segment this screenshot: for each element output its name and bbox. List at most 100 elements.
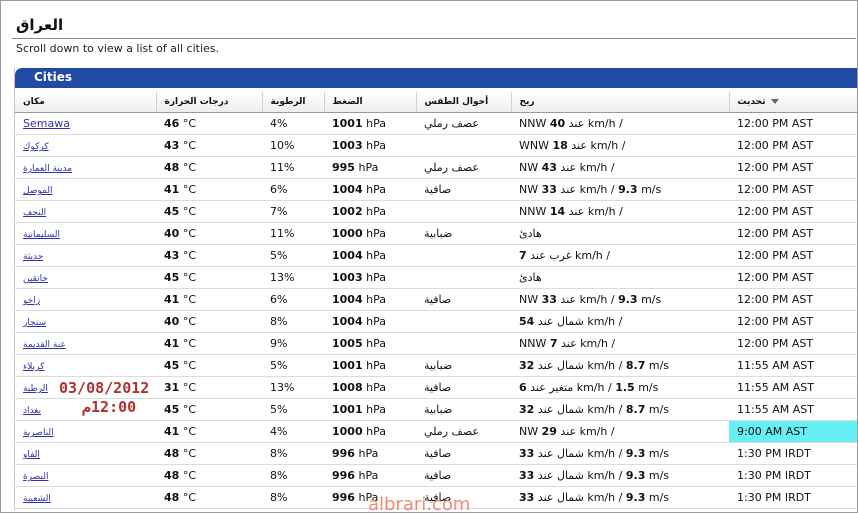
humidity-value: 6% <box>270 293 288 306</box>
city-link[interactable]: النجف <box>23 208 46 218</box>
city-link[interactable]: السليمانية <box>23 230 60 240</box>
cell-temperature: 48 °C <box>156 442 262 465</box>
column-header-place[interactable]: مكان <box>15 92 156 113</box>
cell-humidity: 8% <box>262 464 324 487</box>
cell-wind: 54 شمال عند km/h / <box>511 310 729 333</box>
updated-time: 12:00 PM AST <box>737 249 814 262</box>
pressure-value: 1003 <box>332 271 363 284</box>
wind-label: متغير عند <box>530 381 574 394</box>
column-header-label: أحوال الطقس <box>424 97 489 107</box>
wind-direction: NNW <box>519 205 547 218</box>
wind-label: هادئ <box>519 227 542 240</box>
cell-humidity: 5% <box>262 398 324 421</box>
city-link[interactable]: مدينة العمارة <box>23 164 72 174</box>
city-link[interactable]: الموصل <box>23 186 53 196</box>
wind-speed: 7 <box>549 337 558 350</box>
temperature-unit: °C <box>182 227 196 240</box>
city-link[interactable]: الشعيبة <box>23 494 51 504</box>
column-header-humidity[interactable]: الرطوبة <box>261 92 324 113</box>
cell-conditions: ضبابية <box>416 222 511 245</box>
pressure-unit: hPa <box>366 359 386 372</box>
table-row: زاخو 41 °C 6% 1004 hPa صافية NW 33 عند km/h /… <box>15 288 857 311</box>
cell-conditions: صافية <box>416 288 511 311</box>
column-header-label: ريح <box>519 97 535 107</box>
city-link[interactable]: كركوك <box>23 142 49 152</box>
cities-panel: Cities مكان درجات الحرارة الرطوبة الضغط … <box>14 68 857 510</box>
updated-time: 1:30 PM IRDT <box>737 469 811 482</box>
wind-speed-ms: 9.3 <box>625 469 646 482</box>
wind-unit-ms: m/s <box>648 359 670 372</box>
conditions-text: صافية <box>424 447 452 460</box>
cell-pressure: 1003 hPa <box>324 266 416 289</box>
wind-unit: km/h / <box>587 205 623 218</box>
city-link[interactable]: حديثة <box>23 252 43 262</box>
cell-pressure: 1002 hPa <box>324 200 416 223</box>
wind-label: عند <box>561 337 577 350</box>
humidity-value: 5% <box>270 359 288 372</box>
wind-label: عند <box>568 117 585 130</box>
wind-unit: km/h / <box>590 139 626 152</box>
wind-speed: 43 <box>541 161 557 174</box>
wind-speed-ms: 9.3 <box>618 183 638 196</box>
wind-label: عند <box>568 205 585 218</box>
updated-time: 1:30 PM IRDT <box>737 447 811 460</box>
pressure-value: 1001 <box>332 117 363 130</box>
cell-temperature: 45 °C <box>156 398 262 421</box>
table-row: عنة القديمة 41 °C 9% 1005 hPa NNW 7 عند km/h… <box>15 332 857 355</box>
city-link[interactable]: خانقين <box>23 274 48 284</box>
city-link[interactable]: زاخو <box>23 296 40 306</box>
cell-wind: NNW 14 عند km/h / <box>511 200 729 223</box>
wind-speed-ms: 8.7 <box>625 403 646 416</box>
wind-direction: WNW <box>519 139 549 152</box>
wind-unit: km/h / <box>587 359 623 372</box>
city-link[interactable]: عنة القديمة <box>23 340 66 350</box>
city-link[interactable]: البصرة <box>23 472 48 482</box>
cell-temperature: 45 °C <box>156 354 262 377</box>
city-link[interactable]: الفاو <box>23 450 40 460</box>
cell-wind: 32 شمال عند km/h / 8.7 m/s <box>511 398 729 421</box>
cell-conditions: صافية <box>416 376 511 399</box>
wind-label: هادئ <box>519 271 542 284</box>
cell-updated: 11:55 AM AST <box>729 398 857 421</box>
pressure-value: 1000 <box>332 425 363 438</box>
pressure-value: 996 <box>332 447 355 460</box>
pressure-value: 996 <box>332 491 355 504</box>
wind-unit-ms: m/s <box>648 469 670 482</box>
column-header-temperature[interactable]: درجات الحرارة <box>155 92 262 113</box>
temperature-unit: °C <box>182 403 196 416</box>
cell-city: الناصرية <box>15 420 156 443</box>
city-link[interactable]: بغداد <box>23 406 41 416</box>
cell-temperature: 45 °C <box>156 266 262 289</box>
wind-label: شمال عند <box>537 447 584 460</box>
temperature-unit: °C <box>182 425 196 438</box>
cell-pressure: 1004 hPa <box>324 310 416 333</box>
city-link[interactable]: Semawa <box>23 117 70 130</box>
city-link[interactable]: الرطبة <box>23 384 48 394</box>
humidity-value: 9% <box>270 337 288 350</box>
humidity-value: 5% <box>270 249 288 262</box>
table-row: خانقين 45 °C 13% 1003 hPa هادئ 12:00 PM AST <box>15 266 857 289</box>
wind-speed: 14 <box>549 205 566 218</box>
column-header-pressure[interactable]: الضغط <box>323 92 416 113</box>
column-header-updated[interactable]: تحديث <box>728 92 857 113</box>
temperature-value: 41 <box>164 183 180 196</box>
cell-wind: 7 غرب عند km/h / <box>511 244 729 267</box>
cell-pressure: 995 hPa <box>324 156 416 179</box>
cell-conditions: عصف رملي <box>416 112 511 135</box>
column-header-wind[interactable]: ريح <box>510 92 729 113</box>
wind-unit: km/h / <box>579 161 615 174</box>
city-link[interactable]: كربلاء <box>23 362 44 372</box>
cell-humidity: 5% <box>262 354 324 377</box>
humidity-value: 8% <box>270 469 288 482</box>
city-link[interactable]: سنجار <box>23 318 46 328</box>
city-link[interactable]: الناصرية <box>23 428 54 438</box>
pressure-unit: hPa <box>366 271 386 284</box>
wind-speed: 33 <box>519 447 535 460</box>
wind-speed: 54 <box>519 315 535 328</box>
cities-table: مكان درجات الحرارة الرطوبة الضغط أحوال ا… <box>15 92 857 509</box>
table-row: الموصل 41 °C 6% 1004 hPa صافية NW 33 عند km/h… <box>15 178 857 201</box>
temperature-value: 43 <box>164 139 180 152</box>
cell-humidity: 4% <box>262 420 324 443</box>
cell-updated: 12:00 PM AST <box>729 222 857 245</box>
column-header-conditions[interactable]: أحوال الطقس <box>415 92 511 113</box>
